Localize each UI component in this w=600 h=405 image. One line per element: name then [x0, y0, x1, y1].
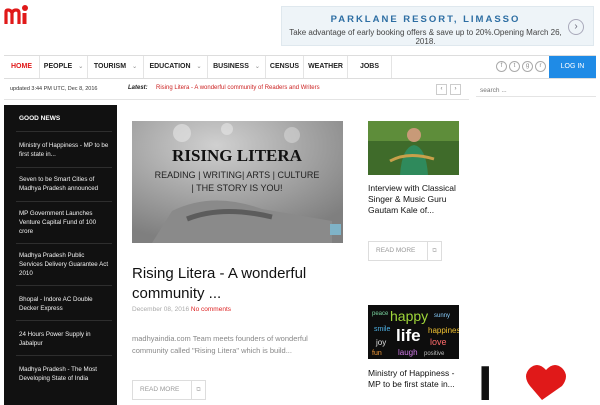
nav-item-home[interactable]: HOME — [4, 56, 40, 78]
i-love-letter: I — [478, 358, 492, 400]
divider — [16, 285, 112, 286]
good-news-item[interactable]: Bhopal - Indore AC Double Decker Express — [19, 295, 109, 313]
ad-headline: PARKLANE RESORT, LIMASSO — [330, 14, 521, 25]
external-link-icon: ⧉ — [191, 381, 205, 399]
card-image-singer[interactable] — [368, 121, 459, 175]
login-button[interactable]: LOG IN — [549, 56, 596, 78]
word-cloud-word: laugh — [398, 348, 418, 357]
good-news-heading: GOOD NEWS — [19, 115, 61, 122]
word-cloud-word: sunny — [434, 313, 450, 319]
good-news-item[interactable]: 24 Hours Power Supply in Jabalpur — [19, 330, 109, 348]
good-news-sidebar: GOOD NEWS Ministry of Happiness - MP to … — [4, 105, 117, 405]
chevron-left-icon[interactable]: ‹ — [436, 84, 447, 95]
latest-headline-link[interactable]: Rising Litera - A wonderful community of… — [156, 85, 320, 91]
chevron-down-icon: ⌄ — [254, 64, 260, 70]
ad-banner[interactable]: PARKLANE RESORT, LIMASSO Take advantage … — [281, 6, 594, 46]
search-box — [476, 79, 596, 99]
latest-label: Latest: — [128, 85, 148, 91]
nav-item-tourism[interactable]: TOURISM ⌄ — [88, 56, 144, 78]
twitter-icon[interactable]: t — [509, 61, 520, 72]
word-cloud-word: joy — [375, 338, 386, 347]
divider — [16, 201, 112, 202]
nav-item-business[interactable]: BUSINESS ⌄ — [208, 56, 266, 78]
featured-image-title: RISING LITERA — [172, 146, 303, 165]
heart-icon — [526, 364, 566, 400]
chevron-right-icon[interactable]: › — [568, 19, 584, 35]
ad-text: Take advantage of early booking offers &… — [289, 28, 562, 46]
nav-label: HOME — [11, 63, 32, 70]
card-title[interactable]: Interview with Classical Singer & Music … — [368, 183, 463, 216]
news-ticker-bar: updated 3:44 PM UTC, Dec 8, 2016 Latest:… — [4, 80, 469, 100]
nav-item-census[interactable]: CENSUS — [266, 56, 304, 78]
main-nav: HOME PEOPLE ⌄ TOURISM ⌄ EDUCATION ⌄ BUSINES… — [4, 55, 596, 79]
nav-label: CENSUS — [269, 63, 300, 70]
comments-link[interactable]: No comments — [191, 306, 231, 313]
nav-label: BUSINESS — [213, 63, 249, 70]
external-link-icon: ⧉ — [427, 242, 441, 260]
nav-item-jobs[interactable]: JOBS — [348, 56, 392, 78]
good-news-item[interactable]: MP Government Launches Venture Capital F… — [19, 209, 109, 236]
good-news-item[interactable]: Madhya Pradesh Public Services Delivery … — [19, 251, 109, 278]
featured-image-line2: | THE STORY IS YOU! — [191, 183, 282, 193]
nav-label: PEOPLE — [43, 63, 73, 70]
read-more-label: READ MORE — [140, 386, 180, 393]
divider — [16, 131, 112, 132]
nav-label: EDUCATION — [149, 63, 191, 70]
nav-item-education[interactable]: EDUCATION ⌄ — [144, 56, 208, 78]
nav-label: WEATHER — [308, 63, 343, 70]
word-cloud-word: happy — [390, 308, 428, 324]
featured-image[interactable]: RISING LITERA READING | WRITING| ARTS | … — [132, 121, 343, 243]
divider — [16, 167, 112, 168]
featured-meta: December 08, 2016 No comments — [132, 306, 231, 313]
featured-image-line1: READING | WRITING| ARTS | CULTURE — [155, 170, 320, 180]
good-news-item[interactable]: Madhya Pradesh - The Most Developing Sta… — [19, 365, 109, 383]
chevron-down-icon: ⌄ — [78, 64, 84, 70]
divider — [16, 243, 112, 244]
word-cloud-word: love — [430, 337, 447, 347]
featured-title[interactable]: Rising Litera - A wonderful community ..… — [132, 264, 347, 304]
site-logo[interactable] — [4, 4, 30, 26]
word-cloud-word: happiness — [428, 326, 459, 335]
nav-label: JOBS — [359, 63, 380, 70]
word-cloud-word: life — [396, 326, 421, 345]
good-news-item[interactable]: Seven to be Smart Cities of Madhya Prade… — [19, 175, 109, 193]
good-news-item[interactable]: Ministry of Happiness - MP to be first s… — [19, 141, 109, 159]
google-plus-icon[interactable]: g — [522, 61, 533, 72]
divider — [16, 355, 112, 356]
read-more-button[interactable]: READ MORE ⧉ — [368, 241, 442, 261]
divider — [16, 320, 112, 321]
card-title[interactable]: Ministry of Happiness - MP to be first s… — [368, 368, 463, 390]
word-cloud-word: positive — [424, 351, 445, 357]
updated-timestamp: updated 3:44 PM UTC, Dec 8, 2016 — [10, 86, 98, 92]
read-more-label: READ MORE — [376, 247, 416, 254]
word-cloud-word: smile — [374, 326, 390, 333]
nav-item-people[interactable]: PEOPLE ⌄ — [40, 56, 88, 78]
word-cloud-word: fun — [372, 350, 382, 357]
chevron-right-icon[interactable]: › — [450, 84, 461, 95]
chevron-down-icon: ⌄ — [132, 64, 138, 70]
rss-icon[interactable]: r — [535, 61, 546, 72]
read-more-button[interactable]: READ MORE ⧉ — [132, 380, 206, 400]
word-cloud-word: peace — [372, 311, 389, 317]
search-input[interactable] — [476, 82, 596, 99]
facebook-icon[interactable]: f — [496, 61, 507, 72]
nav-item-weather[interactable]: WEATHER — [304, 56, 348, 78]
nav-label: TOURISM — [93, 63, 127, 70]
featured-excerpt: madhyaindia.com Team meets founders of w… — [132, 334, 308, 355]
card-image-happiness[interactable]: happy life happiness smile love joy laug… — [368, 305, 459, 359]
chevron-down-icon: ⌄ — [196, 64, 202, 70]
post-date: December 08, 2016 — [132, 306, 190, 313]
i-love-graphic: I — [474, 358, 594, 400]
